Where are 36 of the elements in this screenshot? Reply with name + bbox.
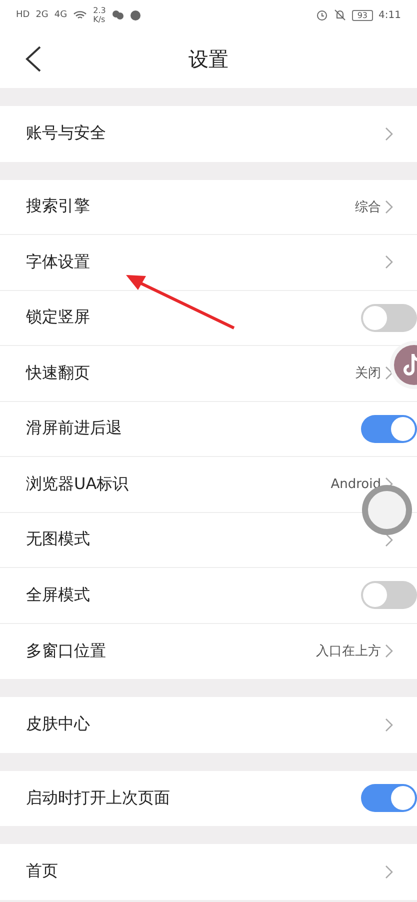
wifi-icon xyxy=(73,10,88,20)
chevron-icon xyxy=(385,718,393,732)
setting-label[interactable]: 无图模式 xyxy=(26,529,385,550)
mute-icon xyxy=(334,9,346,21)
chat-icon xyxy=(112,10,124,20)
setting-label[interactable]: 搜索引擎 xyxy=(26,196,355,218)
toggle-switch[interactable] xyxy=(361,304,417,332)
toggle-switch[interactable] xyxy=(361,784,417,812)
toggle-switch[interactable] xyxy=(361,581,417,610)
page-title: 设置 xyxy=(188,46,228,72)
signal-label: HD xyxy=(16,10,30,20)
setting-value: Android xyxy=(330,476,381,492)
chevron-icon xyxy=(385,864,393,879)
chevron-icon xyxy=(385,255,393,270)
setting-value: 入口在上方 xyxy=(316,643,381,660)
setting-label[interactable]: 字体设置 xyxy=(26,252,385,273)
setting-label[interactable]: 锁定竖屏 xyxy=(26,307,361,328)
chevron-icon xyxy=(385,366,393,380)
setting-label[interactable]: 快速翻页 xyxy=(26,362,355,384)
setting-label[interactable]: 滑屏前进后退 xyxy=(26,418,361,440)
setting-label[interactable]: 全屏模式 xyxy=(26,584,361,606)
network-speed: 2.3 K/s xyxy=(93,6,106,24)
alarm-icon xyxy=(316,9,328,21)
setting-value: 综合 xyxy=(355,198,381,216)
signal-label: 2G xyxy=(36,10,48,20)
chevron-icon xyxy=(385,644,393,658)
chevron-icon xyxy=(385,126,393,141)
chevron-icon xyxy=(385,532,393,547)
chevron-icon xyxy=(385,200,393,214)
setting-value: 关闭 xyxy=(355,365,381,382)
setting-label[interactable]: 浏览器UA标识 xyxy=(26,474,331,495)
setting-label[interactable]: 多窗口位置 xyxy=(26,640,316,662)
clock: 4:11 xyxy=(378,10,401,20)
toggle-switch[interactable] xyxy=(361,414,417,443)
signal-label: 4G xyxy=(54,10,68,20)
battery-level: 93 xyxy=(352,10,373,20)
